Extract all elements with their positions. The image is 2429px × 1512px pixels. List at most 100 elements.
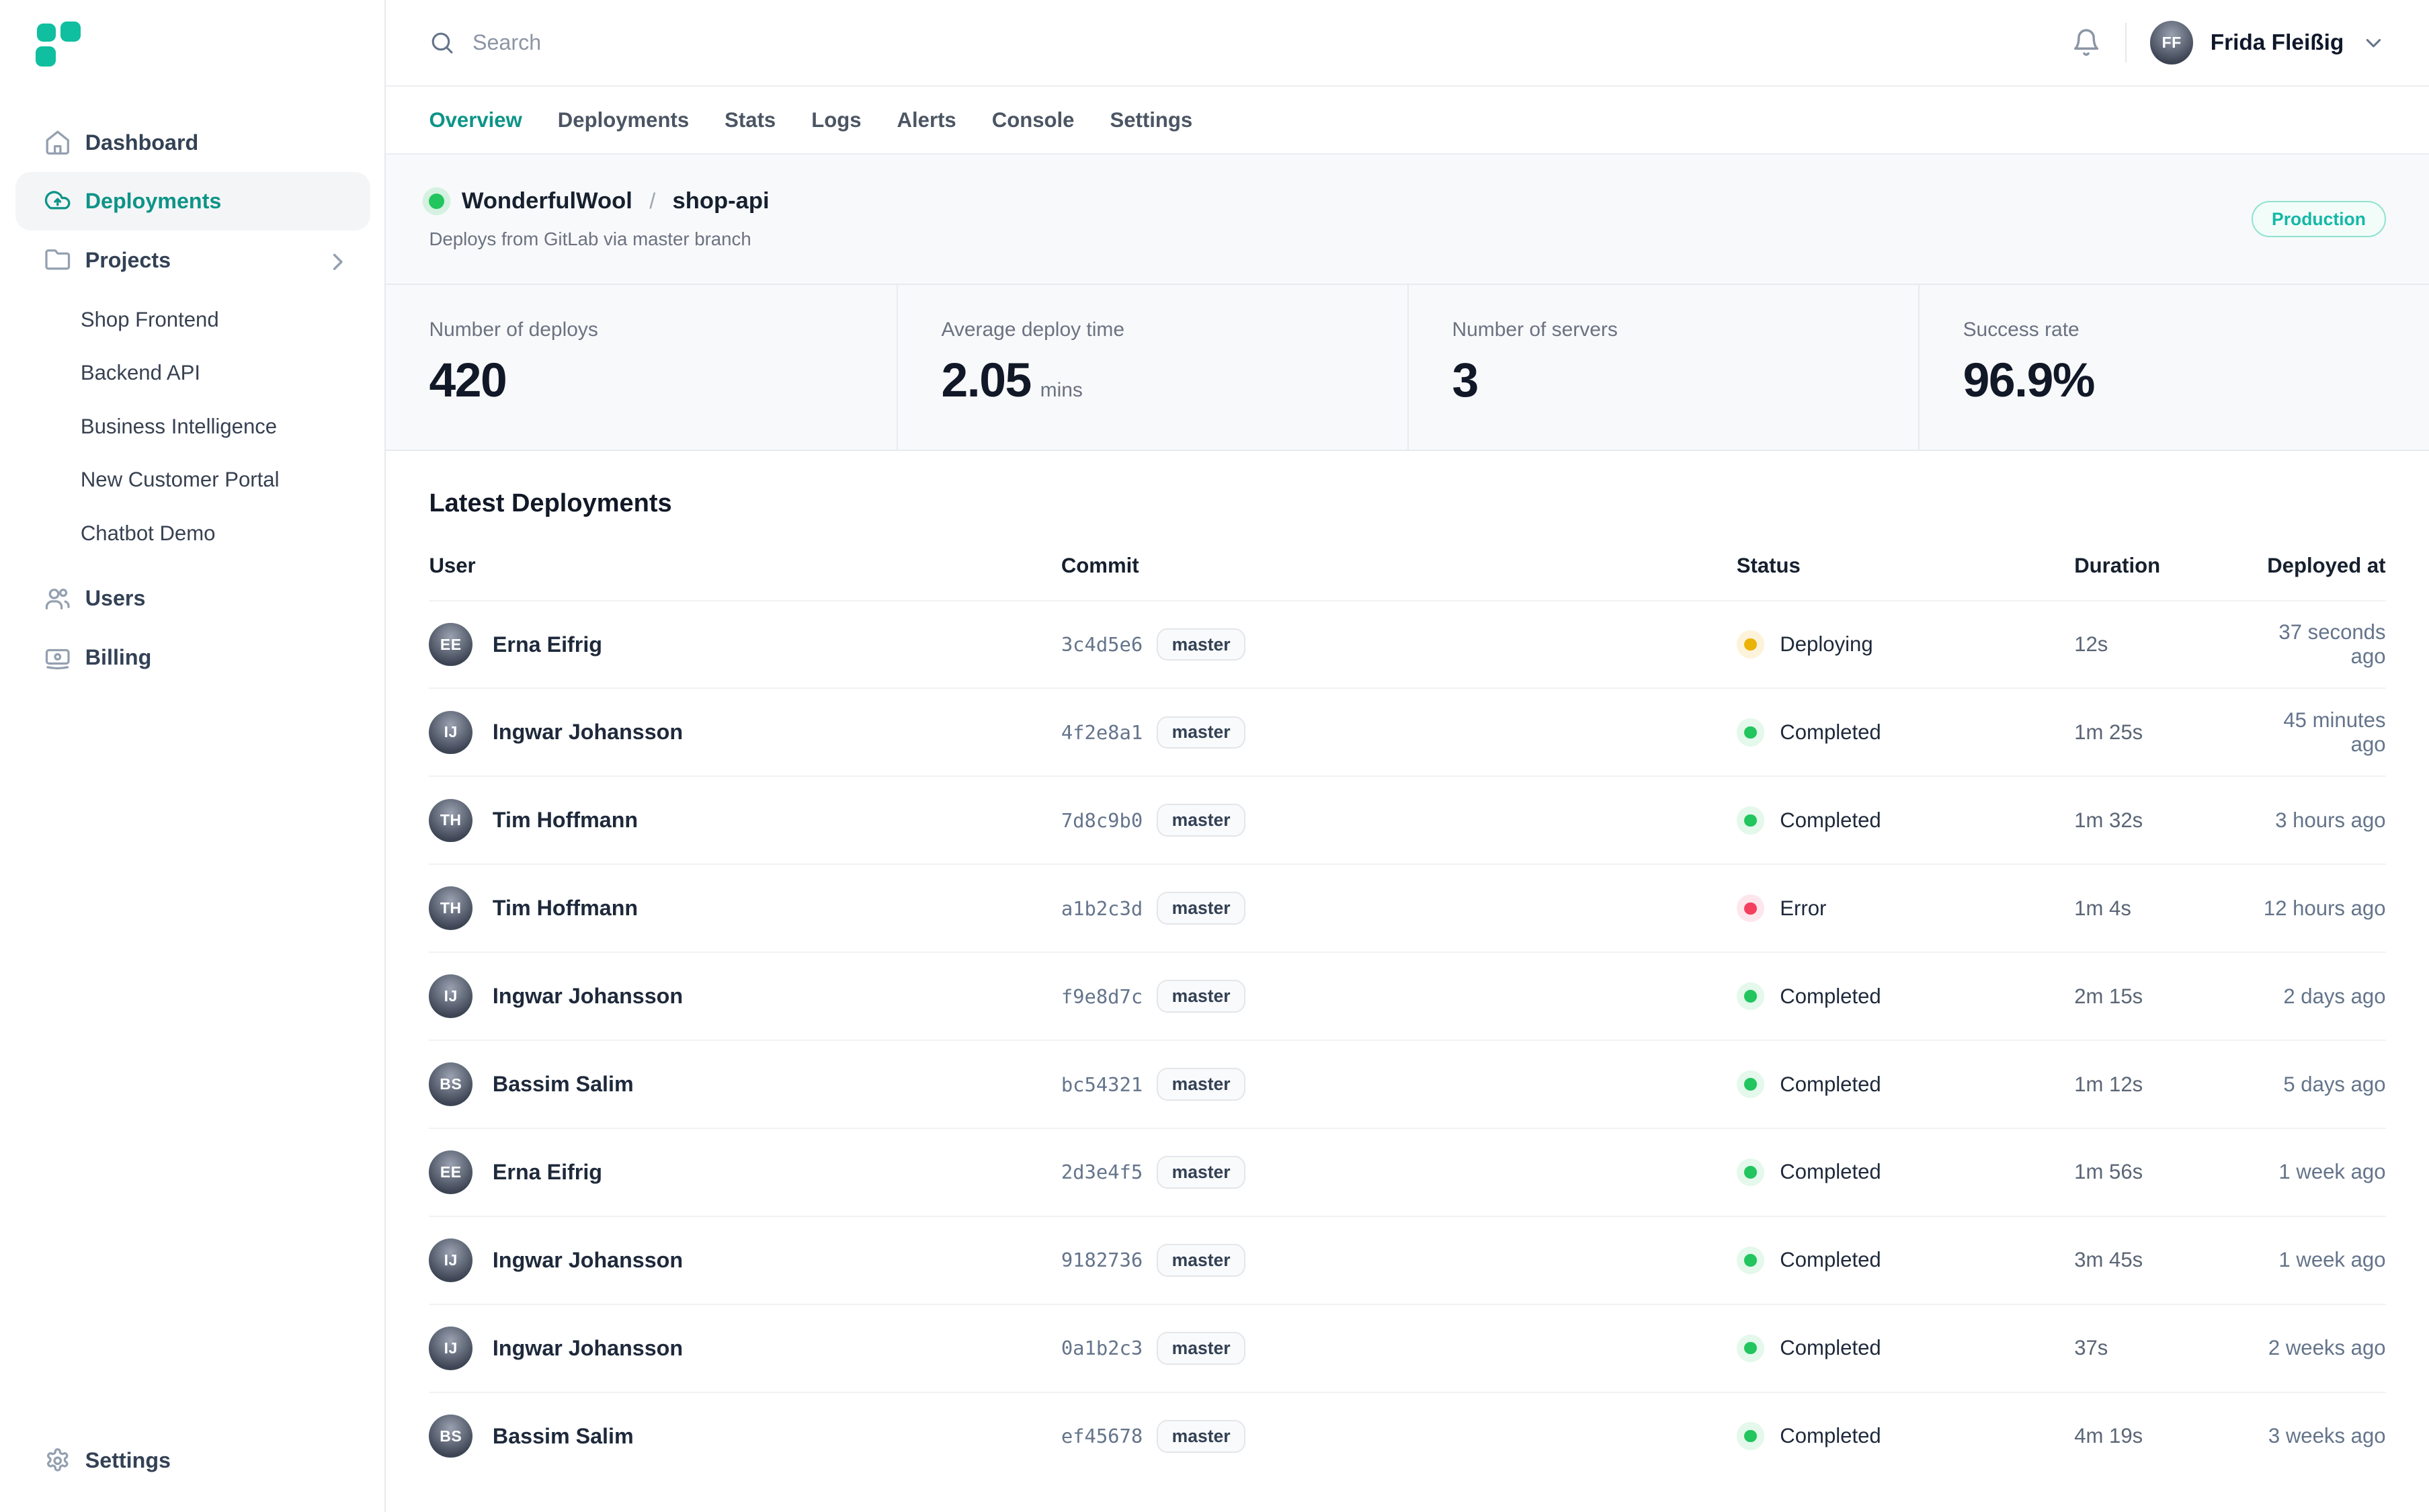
bell-icon[interactable] bbox=[2071, 27, 2102, 58]
table-row[interactable]: IJ Ingwar Johansson 9182736 master Compl… bbox=[429, 1216, 2385, 1304]
stat-label: Number of servers bbox=[1452, 319, 1919, 341]
table-row[interactable]: IJ Ingwar Johansson f9e8d7c master Compl… bbox=[429, 952, 2385, 1040]
user-menu[interactable]: FF Frida Fleißig bbox=[2150, 21, 2386, 65]
stat-value: 96.9% bbox=[1963, 353, 2094, 408]
commit-hash[interactable]: f9e8d7c bbox=[1061, 985, 1143, 1008]
commit-hash[interactable]: bc54321 bbox=[1061, 1073, 1143, 1096]
branch-badge[interactable]: master bbox=[1157, 1156, 1245, 1189]
commit-hash[interactable]: 3c4d5e6 bbox=[1061, 633, 1143, 656]
stat-value: 420 bbox=[429, 353, 506, 408]
branch-badge[interactable]: master bbox=[1157, 980, 1245, 1013]
tab-console[interactable]: Console bbox=[992, 108, 1075, 132]
status-dot bbox=[1744, 1254, 1756, 1266]
table-row[interactable]: IJ Ingwar Johansson 4f2e8a1 master Compl… bbox=[429, 687, 2385, 775]
status-dot bbox=[1744, 1078, 1756, 1090]
branch-badge[interactable]: master bbox=[1157, 1420, 1245, 1453]
search-input[interactable] bbox=[472, 30, 1123, 55]
table-row[interactable]: TH Tim Hoffmann 7d8c9b0 master Completed… bbox=[429, 775, 2385, 864]
avatar: TH bbox=[429, 799, 472, 843]
table-row[interactable]: EE Erna Eifrig 2d3e4f5 master Completed … bbox=[429, 1128, 2385, 1216]
sidebar-item-deployments[interactable]: Deployments bbox=[15, 172, 370, 231]
avatar: BS bbox=[429, 1415, 472, 1458]
sidebar-item-project-backend-api[interactable]: Backend API bbox=[0, 346, 384, 400]
status-halo bbox=[1737, 1335, 1764, 1362]
branch-badge[interactable]: master bbox=[1157, 1244, 1245, 1277]
duration: 37s bbox=[2074, 1336, 2260, 1360]
avatar: TH bbox=[429, 886, 472, 930]
commit-hash[interactable]: a1b2c3d bbox=[1061, 897, 1143, 920]
duration: 1m 4s bbox=[2074, 896, 2260, 921]
table-row[interactable]: BS Bassim Salim bc54321 master Completed… bbox=[429, 1040, 2385, 1128]
status-label: Completed bbox=[1780, 1248, 1881, 1272]
table-row[interactable]: TH Tim Hoffmann a1b2c3d master Error 1m … bbox=[429, 864, 2385, 952]
sidebar-item-users[interactable]: Users bbox=[15, 569, 370, 628]
breadcrumb-repo[interactable]: shop-api bbox=[673, 188, 770, 214]
table-header: User Commit Status Duration Deployed at bbox=[429, 554, 2385, 599]
table-row[interactable]: BS Bassim Salim ef45678 master Completed… bbox=[429, 1392, 2385, 1480]
folder-icon bbox=[44, 246, 71, 274]
user-cell: BS Bassim Salim bbox=[429, 1415, 1061, 1458]
branch-badge[interactable]: master bbox=[1157, 892, 1245, 925]
breadcrumb-separator: / bbox=[649, 189, 655, 214]
tab-logs[interactable]: Logs bbox=[811, 108, 861, 132]
sidebar-item-project-new-customer-portal[interactable]: New Customer Portal bbox=[0, 453, 384, 507]
banknote-icon bbox=[44, 644, 71, 671]
branch-badge[interactable]: master bbox=[1157, 716, 1245, 749]
sidebar-item-projects[interactable]: Projects bbox=[15, 230, 370, 290]
branch-badge[interactable]: master bbox=[1157, 628, 1245, 661]
sidebar-item-billing[interactable]: Billing bbox=[15, 628, 370, 687]
table-row[interactable]: EE Erna Eifrig 3c4d5e6 master Deploying … bbox=[429, 600, 2385, 688]
commit-cell: a1b2c3d master bbox=[1061, 892, 1737, 925]
commit-cell: 3c4d5e6 master bbox=[1061, 628, 1737, 661]
user-name: Tim Hoffmann bbox=[493, 896, 638, 921]
column-header-deployed-at: Deployed at bbox=[2260, 554, 2386, 578]
tab-deployments[interactable]: Deployments bbox=[558, 108, 689, 132]
stat-value: 2.05 bbox=[941, 353, 1030, 408]
status-halo bbox=[1737, 1159, 1764, 1186]
status-halo bbox=[1737, 1247, 1764, 1274]
status-label: Completed bbox=[1780, 808, 1881, 833]
commit-cell: f9e8d7c master bbox=[1061, 980, 1737, 1013]
commit-hash[interactable]: 9182736 bbox=[1061, 1249, 1143, 1271]
user-cell: IJ Ingwar Johansson bbox=[429, 1327, 1061, 1370]
commit-hash[interactable]: 7d8c9b0 bbox=[1061, 809, 1143, 832]
tab-alerts[interactable]: Alerts bbox=[897, 108, 956, 132]
sidebar-item-project-business-intelligence[interactable]: Business Intelligence bbox=[0, 400, 384, 454]
commit-hash[interactable]: 0a1b2c3 bbox=[1061, 1337, 1143, 1359]
status-dot bbox=[1744, 814, 1756, 827]
duration: 2m 15s bbox=[2074, 984, 2260, 1009]
avatar: IJ bbox=[429, 1327, 472, 1370]
stats-row: Number of deploys 420 Average deploy tim… bbox=[386, 284, 2429, 451]
stat-label: Average deploy time bbox=[941, 319, 1407, 341]
duration: 1m 32s bbox=[2074, 808, 2260, 833]
app-logo[interactable] bbox=[36, 22, 81, 67]
avatar: FF bbox=[2150, 21, 2194, 65]
sidebar-item-dashboard[interactable]: Dashboard bbox=[15, 113, 370, 172]
commit-hash[interactable]: 2d3e4f5 bbox=[1061, 1161, 1143, 1183]
branch-badge[interactable]: master bbox=[1157, 1068, 1245, 1101]
sidebar-item-project-chatbot-demo[interactable]: Chatbot Demo bbox=[0, 507, 384, 560]
branch-badge[interactable]: master bbox=[1157, 1332, 1245, 1365]
tab-settings[interactable]: Settings bbox=[1110, 108, 1192, 132]
status-halo bbox=[1737, 718, 1764, 746]
duration: 3m 45s bbox=[2074, 1248, 2260, 1272]
commit-hash[interactable]: 4f2e8a1 bbox=[1061, 721, 1143, 744]
commit-hash[interactable]: ef45678 bbox=[1061, 1425, 1143, 1447]
sidebar-item-settings[interactable]: Settings bbox=[15, 1431, 370, 1490]
deployed-at: 3 weeks ago bbox=[2260, 1424, 2386, 1448]
column-header-duration: Duration bbox=[2074, 554, 2260, 578]
user-cell: EE Erna Eifrig bbox=[429, 1150, 1061, 1194]
tab-overview[interactable]: Overview bbox=[429, 108, 522, 132]
stat-label: Success rate bbox=[1963, 319, 2429, 341]
branch-badge[interactable]: master bbox=[1157, 804, 1245, 837]
breadcrumb-org[interactable]: WonderfulWool bbox=[462, 188, 632, 214]
table-row[interactable]: IJ Ingwar Johansson 0a1b2c3 master Compl… bbox=[429, 1304, 2385, 1392]
status-cell: Completed bbox=[1737, 1335, 2074, 1362]
search-icon bbox=[429, 30, 455, 56]
stat-success-rate: Success rate 96.9% bbox=[1918, 285, 2429, 450]
avatar: IJ bbox=[429, 711, 472, 755]
column-header-commit: Commit bbox=[1061, 554, 1737, 578]
tab-stats[interactable]: Stats bbox=[725, 108, 776, 132]
topbar: FF Frida Fleißig bbox=[386, 0, 2429, 87]
sidebar-item-project-shop-frontend[interactable]: Shop Frontend bbox=[0, 293, 384, 347]
